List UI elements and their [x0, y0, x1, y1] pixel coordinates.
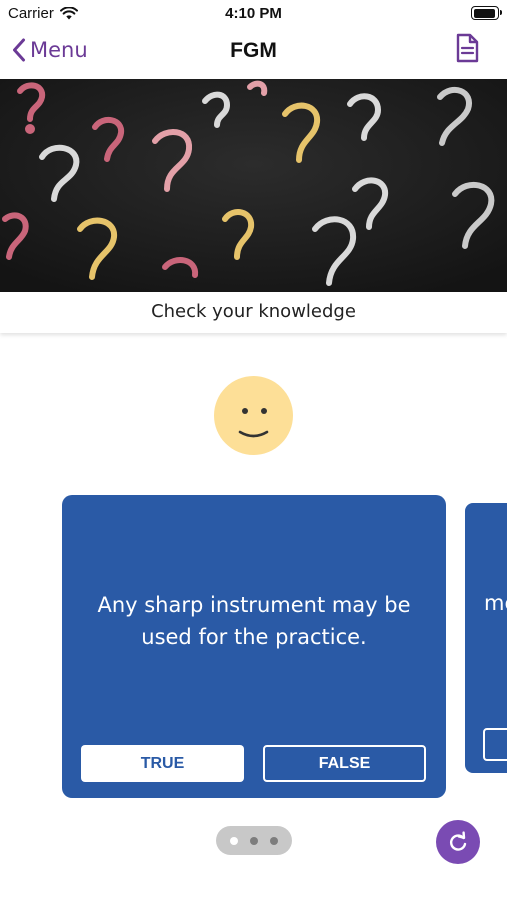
false-button[interactable]: FALSE — [263, 745, 426, 782]
page-dot-3[interactable] — [270, 836, 278, 845]
page-indicator[interactable] — [216, 826, 292, 855]
refresh-icon — [449, 831, 467, 851]
page-dot-1[interactable] — [230, 836, 238, 845]
document-icon — [456, 33, 479, 63]
question-statement: Any sharp instrument may be used for the… — [97, 593, 411, 649]
question-card: Any sharp instrument may be used for the… — [62, 495, 446, 798]
status-bar: Carrier 4:10 PM — [0, 0, 507, 28]
navigation-bar: Menu FGM — [0, 28, 507, 78]
refresh-button[interactable] — [436, 820, 480, 864]
hero-caption: Check your knowledge — [0, 292, 507, 333]
status-time: 4:10 PM — [225, 5, 282, 22]
next-card-text: me — [484, 591, 507, 615]
smiley-face-icon — [214, 376, 293, 455]
next-question-card[interactable]: me — [465, 503, 507, 773]
document-button[interactable] — [455, 33, 479, 67]
page-title: FGM — [230, 39, 277, 62]
true-button[interactable]: TRUE — [81, 745, 244, 782]
next-card-true-button — [483, 728, 507, 761]
page-dot-2[interactable] — [250, 836, 258, 845]
hero-image — [0, 79, 507, 292]
battery-icon — [471, 6, 502, 20]
